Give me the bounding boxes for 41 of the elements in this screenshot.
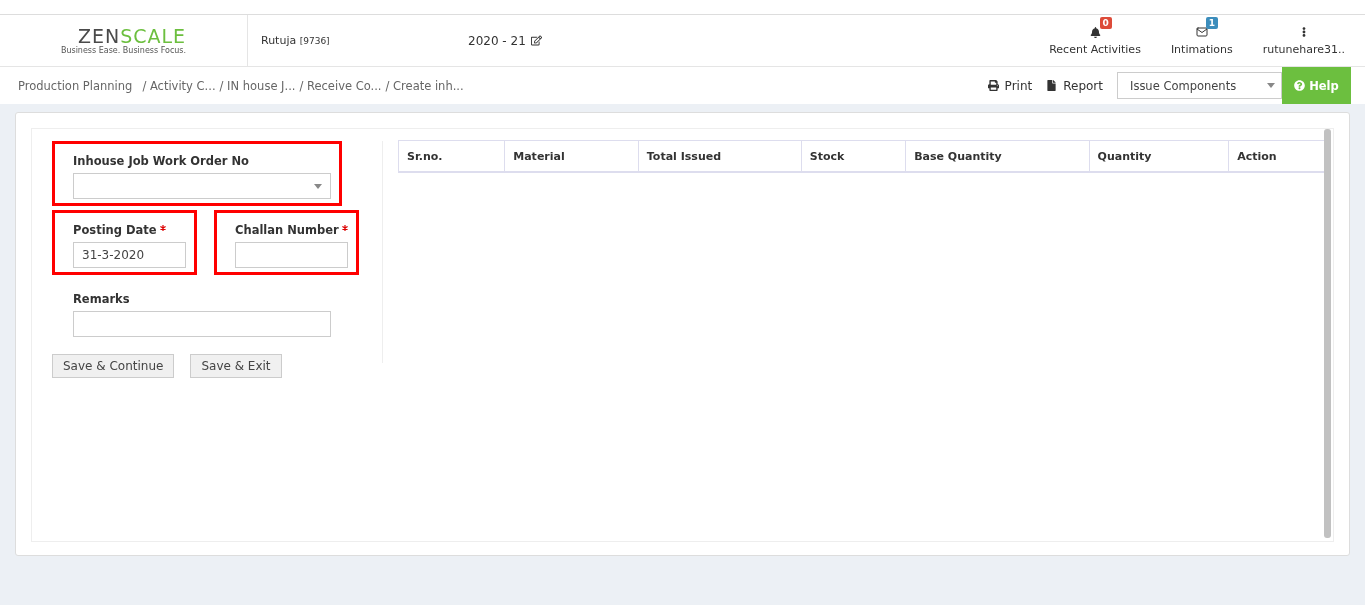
document-icon: [1046, 80, 1058, 91]
user-name: Rutuja [9736]: [261, 34, 331, 47]
caret-icon: [314, 183, 322, 189]
component-select[interactable]: Issue Components: [1117, 72, 1282, 99]
field-label: Remarks: [73, 292, 131, 306]
bell-icon: [1089, 26, 1101, 38]
print-button[interactable]: Print: [987, 78, 1033, 93]
logo: ZENSCALE Business Ease. Business Focus.: [60, 26, 187, 55]
save-button[interactable]: Save & Continue: [52, 354, 175, 378]
field-label: Inhouse Job Work Order No: [73, 154, 250, 168]
dropdown-field[interactable]: [73, 173, 331, 199]
breadcrumb-link[interactable]: / Receive Co...: [299, 78, 382, 93]
column-header: Base Quantity: [905, 140, 1090, 172]
edit-icon[interactable]: [530, 35, 542, 46]
column-header: Stock: [801, 140, 906, 172]
nav-link[interactable]: Recent Activities: [1049, 43, 1141, 56]
breadcrumb-link[interactable]: / Activity C...: [142, 78, 216, 93]
printer-icon: [987, 80, 999, 91]
save-button[interactable]: Save & Exit: [190, 354, 282, 378]
breadcrumb-link[interactable]: / IN house J...: [219, 78, 296, 93]
nav-link[interactable]: rutunehare31..: [1262, 43, 1345, 56]
scrollbar[interactable]: [1324, 129, 1331, 538]
column-header: Quantity: [1089, 140, 1229, 172]
input-field[interactable]: [235, 242, 348, 268]
count-badge: 1: [1205, 17, 1219, 29]
count-badge: 0: [1099, 17, 1112, 29]
breadcrumb-link[interactable]: / Create inh...: [385, 78, 464, 93]
field-label: Posting Date: [73, 223, 186, 237]
column-header: Sr.no.: [398, 140, 505, 172]
help-icon: [1294, 80, 1306, 91]
column-header: Material: [504, 140, 639, 172]
column-header: Total Issued: [638, 140, 802, 172]
mail-icon: [1195, 26, 1208, 38]
breadcrumb-link[interactable]: Production Planning: [18, 78, 133, 93]
field-label: Challan Number: [235, 223, 348, 237]
nav-link[interactable]: Intimations: [1170, 43, 1233, 56]
caret-icon: [1267, 83, 1275, 88]
input-field[interactable]: [73, 311, 331, 337]
financial-year: 2020 - 21: [468, 33, 526, 48]
report-button[interactable]: Report: [1046, 78, 1103, 93]
input-field[interactable]: 31-3-2020: [73, 242, 186, 268]
